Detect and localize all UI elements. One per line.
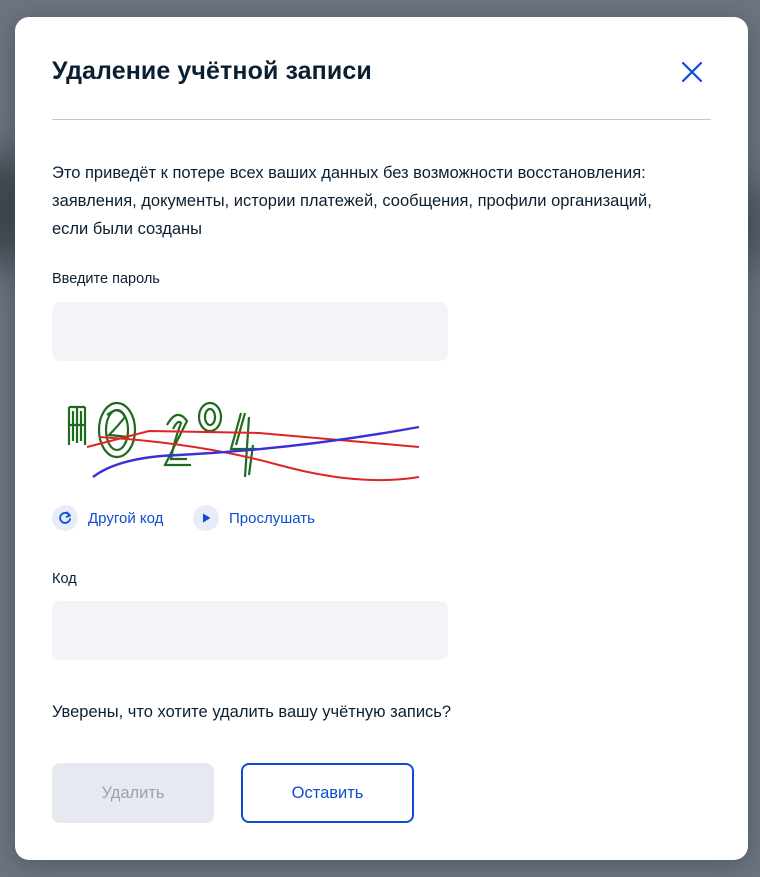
close-button[interactable]	[677, 57, 707, 87]
confirm-question: Уверены, что хотите удалить вашу учётную…	[52, 703, 452, 721]
title-divider	[52, 119, 711, 120]
captcha-image	[59, 385, 429, 485]
delete-account-dialog: Удаление учётной записи Это приведёт к п…	[15, 17, 748, 860]
close-icon	[681, 61, 703, 83]
password-input[interactable]	[52, 302, 448, 361]
play-icon	[193, 505, 219, 531]
refresh-captcha-button[interactable]: Другой код	[52, 505, 163, 531]
dialog-title: Удаление учётной записи	[52, 57, 372, 85]
password-label: Введите пароль	[52, 271, 160, 287]
code-input[interactable]	[52, 601, 448, 660]
listen-captcha-label: Прослушать	[229, 509, 315, 527]
delete-button[interactable]: Удалить	[52, 763, 214, 823]
listen-captcha-button[interactable]: Прослушать	[193, 505, 315, 531]
refresh-captcha-label: Другой код	[88, 509, 164, 527]
keep-button[interactable]: Оставить	[241, 763, 414, 823]
code-label: Код	[52, 571, 77, 587]
warning-description: Это приведёт к потере всех ваших данных …	[52, 164, 652, 238]
refresh-icon	[52, 505, 78, 531]
